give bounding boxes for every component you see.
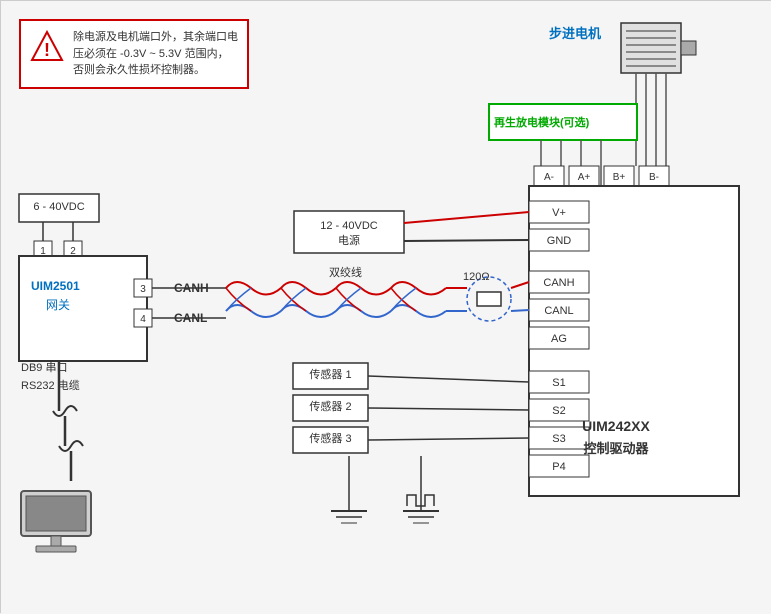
warning-box: ! 除电源及电机端口外，其余端口电压必须在 -0.3V ~ 5.3V 范围内，否… — [19, 19, 249, 89]
warning-text: 除电源及电机端口外，其余端口电压必须在 -0.3V ~ 5.3V 范围内，否则会… — [73, 29, 239, 79]
sensor2-label: 传感器 2 — [297, 398, 364, 414]
svg-text:2: 2 — [70, 246, 76, 257]
power-main-line2: 电源 — [338, 235, 360, 247]
twisted-pair-label: 双绞线 — [329, 264, 362, 280]
power-main-line1: 12 - 40VDC — [320, 220, 377, 232]
gateway-role: 网关 — [46, 296, 70, 313]
canl-label: CANL — [174, 311, 207, 325]
svg-text:A+: A+ — [578, 172, 591, 183]
svg-text:控制驱动器: 控制驱动器 — [583, 441, 649, 456]
svg-text:CANL: CANL — [544, 305, 573, 317]
svg-text:4: 4 — [140, 314, 146, 325]
svg-text:UIM242XX: UIM242XX — [582, 418, 650, 434]
svg-text:GND: GND — [547, 235, 572, 247]
resistor-label: 120Ω — [463, 271, 490, 283]
svg-text:B-: B- — [649, 172, 659, 183]
svg-text:!: ! — [44, 40, 50, 60]
svg-text:S3: S3 — [552, 433, 565, 445]
power-main-label: 12 - 40VDC 电源 — [301, 219, 397, 250]
svg-overlay: A- A+ B+ B- V+ GND CANH CANL AG S1 — [1, 1, 771, 614]
diagram-area: ! 除电源及电机端口外，其余端口电压必须在 -0.3V ~ 5.3V 范围内，否… — [1, 1, 771, 614]
svg-text:S1: S1 — [552, 377, 565, 389]
gateway-model: UIM2501 — [31, 279, 80, 293]
regen-module-label: 再生放电模块(可选) — [494, 114, 589, 130]
rs232-label: RS232 电缆 — [21, 377, 80, 393]
svg-text:B+: B+ — [613, 172, 626, 183]
svg-text:V+: V+ — [552, 207, 566, 219]
canh-label: CANH — [174, 281, 209, 295]
svg-text:3: 3 — [140, 284, 146, 295]
main-container: ! 除电源及电机端口外，其余端口电压必须在 -0.3V ~ 5.3V 范围内，否… — [0, 0, 771, 613]
stepper-label: 步进电机 — [549, 23, 601, 42]
svg-text:A-: A- — [544, 172, 554, 183]
svg-text:CANH: CANH — [543, 277, 574, 289]
svg-text:1: 1 — [40, 246, 46, 257]
svg-text:S2: S2 — [552, 405, 565, 417]
svg-text:AG: AG — [551, 333, 567, 345]
sensor1-label: 传感器 1 — [297, 366, 364, 382]
db9-label: DB9 串口 — [21, 359, 67, 375]
warning-icon: ! — [29, 29, 65, 65]
svg-text:P4: P4 — [552, 461, 565, 473]
power-left-label: 6 - 40VDC — [26, 201, 92, 213]
sensor3-label: 传感器 3 — [297, 430, 364, 446]
